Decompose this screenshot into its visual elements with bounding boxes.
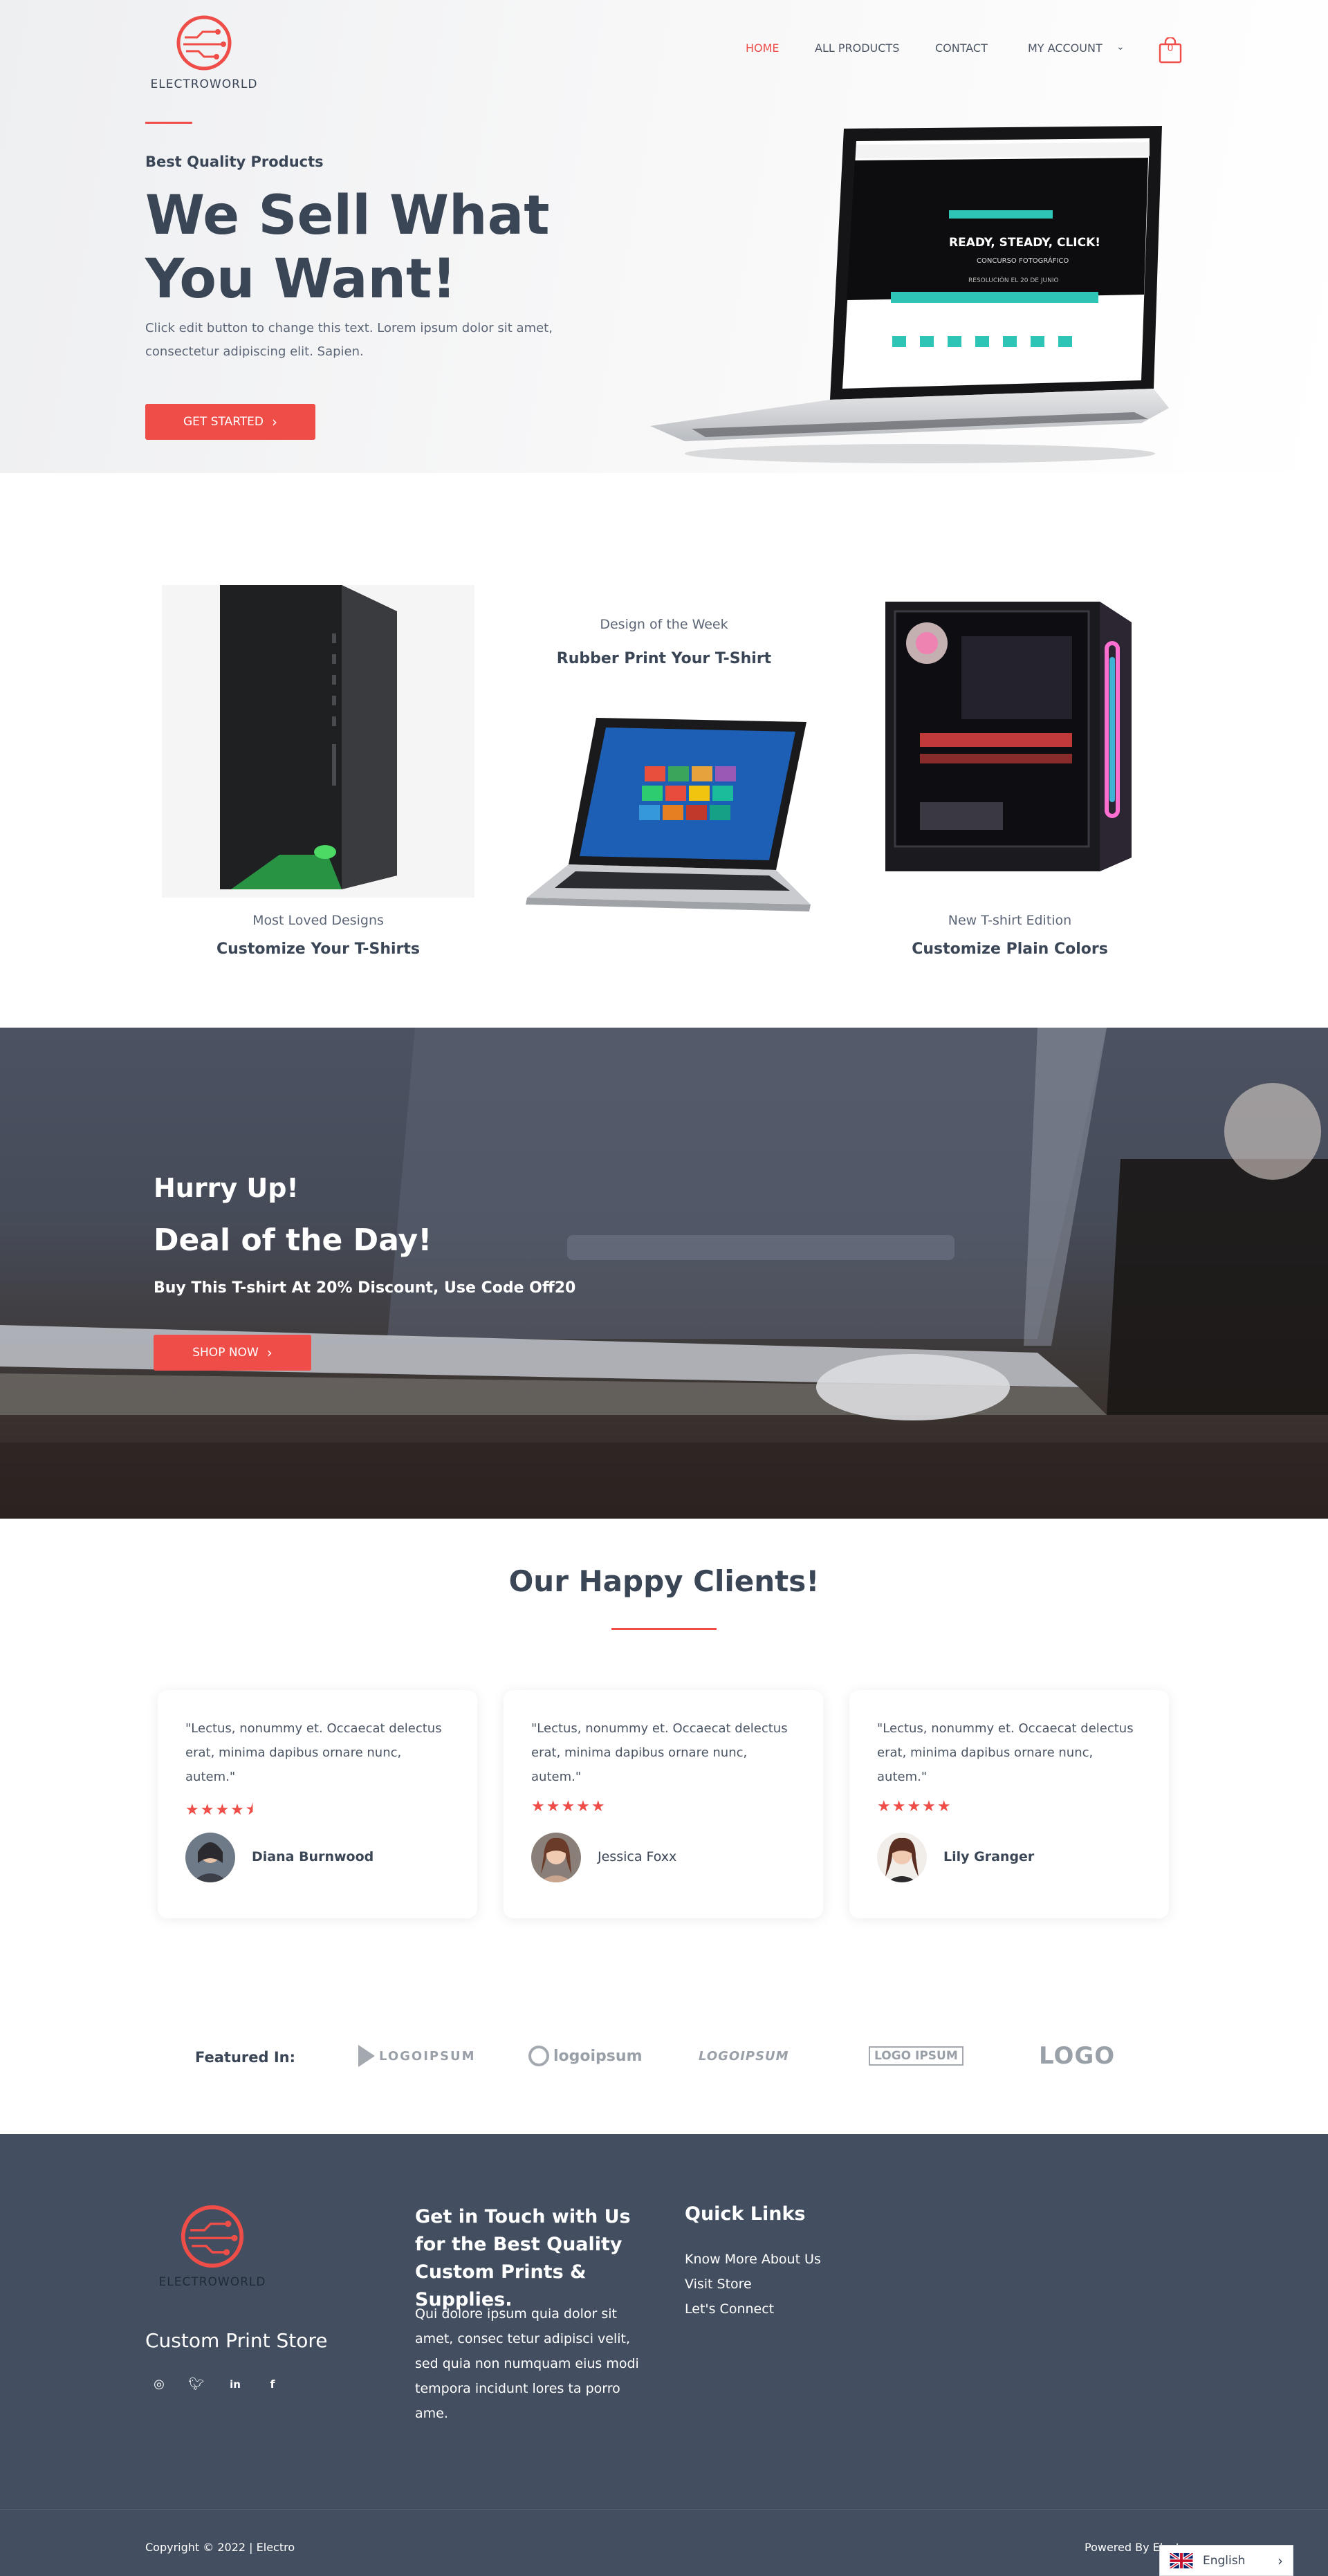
hero-text: Click edit button to change this text. L… [145,321,553,359]
instagram-icon[interactable]: ◎ [151,2376,167,2393]
linkedin-icon[interactable]: in [227,2376,243,2393]
shop-now-label: SHOP NOW [192,1346,259,1360]
logo-text: ELECTROWORLD [150,77,258,91]
deal-hurry: Hurry Up! [154,1173,299,1203]
screen-sub: CONCURSO FOTOGRÁFICO [977,256,1069,265]
testimonial-quote: "Lectus, nonummy et. Occaecat delectus e… [877,1721,1134,1784]
product-image-rgb-case[interactable] [878,595,1134,875]
hero-laptop-image: READY, STEADY, CLICK! CONCURSO FOTOGRÁFI… [650,126,1169,463]
facebook-icon[interactable]: f [264,2376,281,2393]
product-caption-1: Most Loved Designs [252,913,384,928]
hero-section: ELECTROWORLD HOME ALL PRODUCTS CONTACT M… [0,0,1328,473]
chevron-right-icon: › [271,414,277,430]
partner-logo-text: LOGOIPSUM [699,2048,789,2064]
partner-logo[interactable]: LOGO [1039,2042,1116,2070]
product-title-2[interactable]: Rubber Print Your T-Shirt [505,650,823,667]
nav-contact[interactable]: CONTACT [935,41,988,55]
clients-title: Our Happy Clients! [508,1564,820,1598]
nav-home[interactable]: HOME [746,41,780,55]
play-shape-icon [358,2045,375,2067]
hero-tagline: Best Quality Products [145,154,324,170]
footer-contact-title: Get in Touch with Us for the Best Qualit… [415,2206,631,2310]
testimonial-name: Diana Burnwood [252,1849,374,1864]
language-switcher[interactable]: English › [1159,2545,1293,2576]
screen-date: RESOLUCIÓN EL 20 DE JUNIO [968,276,1059,284]
deal-banner: Hurry Up! Deal of the Day! Buy This T-sh… [0,1028,1328,1519]
footer-about-text: Qui dolore ipsum quia dolor sit amet, co… [415,2306,639,2421]
screen-headline: READY, STEADY, CLICK! [949,236,1100,250]
get-started-label: GET STARTED [183,415,264,429]
chevron-right-icon: › [1278,2552,1283,2569]
product-image-laptop[interactable] [520,704,812,925]
chevron-down-icon[interactable]: ⌄ [1116,41,1125,53]
get-started-button[interactable]: GET STARTED › [145,404,315,440]
cart-count: 0 [1167,43,1174,54]
uk-flag-icon [1170,2552,1193,2568]
product-title-1[interactable]: Customize Your T-Shirts [159,940,477,958]
footer-quick-links-title: Quick Links [685,2203,806,2225]
deal-text: Buy This T-shirt At 20% Discount, Use Co… [154,1279,576,1297]
star-rating: ★★★★★ [877,1798,952,1815]
avatar [531,1833,581,1882]
footer-link-connect[interactable]: Let's Connect [685,2301,774,2317]
chevron-right-icon: › [266,1344,273,1361]
partner-logo[interactable]: LOGOIPSUM [699,2044,789,2068]
twitter-icon[interactable]: 🐦︎ [188,2376,205,2393]
testimonial-name: Lily Granger [943,1849,1035,1864]
circuit-logo-icon [181,2205,244,2268]
testimonial-card: "Lectus, nonummy et. Occaecat delectus e… [504,1690,823,1918]
footer-link-store[interactable]: Visit Store [685,2277,752,2292]
nav-my-account[interactable]: MY ACCOUNT [1028,41,1103,55]
avatar [185,1833,235,1882]
partner-logo-text: LOGO [1039,2042,1116,2070]
testimonial-name: Jessica Foxx [598,1849,677,1864]
main-nav: HOME ALL PRODUCTS CONTACT MY ACCOUNT ⌄ [0,41,1328,62]
partner-logo-text: LOGO IPSUM [869,2046,963,2066]
shop-now-button[interactable]: SHOP NOW › [154,1335,311,1371]
product-image-tower-pc[interactable] [162,585,474,898]
footer-copyright: Copyright © 2022 | Electro [145,2541,295,2554]
deal-title: Deal of the Day! [154,1223,432,1258]
featured-label: Featured In: [195,2049,296,2066]
clients-accent-divider [611,1628,717,1630]
nav-all-products[interactable]: ALL PRODUCTS [815,41,899,55]
product-caption-3: New T-shirt Edition [948,913,1072,928]
avatar [877,1833,927,1882]
star-rating: ★★★★★ [531,1798,607,1815]
star-rating: ★★★★⯨ [185,1801,255,1819]
footer-logo-text: ELECTROWORLD [158,2275,266,2289]
partner-logo[interactable]: logoipsum [528,2044,643,2068]
partner-logo-text: logoipsum [553,2047,643,2065]
accent-divider [145,122,192,124]
language-label: English [1203,2553,1246,2568]
partner-logo-text: LOGOIPSUM [379,2048,476,2064]
footer-divider [0,2509,1328,2510]
hero-title: We Sell What You Want! [145,185,550,311]
footer-logo[interactable]: ELECTROWORLD [154,2203,271,2289]
testimonial-quote: "Lectus, nonummy et. Occaecat delectus e… [531,1721,788,1784]
testimonial-card: "Lectus, nonummy et. Occaecat delectus e… [158,1690,477,1918]
site-footer: ELECTROWORLD Custom Print Store ◎ 🐦︎ in … [0,2134,1328,2576]
product-title-3[interactable]: Customize Plain Colors [851,940,1169,958]
footer-store-name: Custom Print Store [145,2329,328,2352]
testimonial-card: "Lectus, nonummy et. Occaecat delectus e… [849,1690,1169,1918]
circle-slash-icon [528,2046,549,2066]
product-caption-2: Design of the Week [600,617,728,632]
cart-button[interactable]: 0 [1158,36,1183,64]
testimonial-quote: "Lectus, nonummy et. Occaecat delectus e… [185,1721,442,1784]
partner-logo[interactable]: LOGO IPSUM [869,2044,963,2068]
partner-logo[interactable]: LOGOIPSUM [358,2044,476,2068]
laptop-background-image [0,1028,1328,1519]
footer-link-about[interactable]: Know More About Us [685,2252,821,2267]
